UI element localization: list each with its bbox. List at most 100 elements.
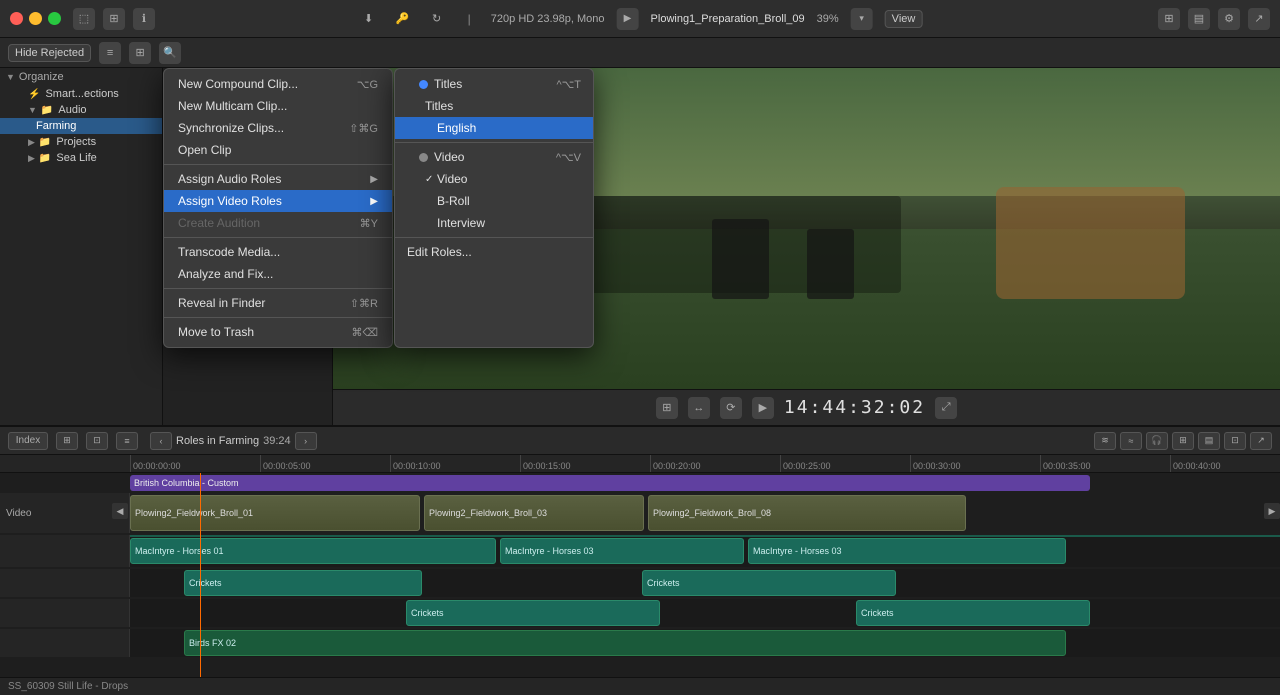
- sub-video-2[interactable]: ✓ Video: [395, 168, 593, 190]
- audio-crickets-3[interactable]: Crickets: [406, 600, 660, 626]
- secondary-toolbar: Hide Rejected ≡ ⊞ 🔍: [0, 38, 1280, 68]
- channels-icon[interactable]: ⊞: [1172, 432, 1194, 450]
- track-next-btn[interactable]: ▶: [1264, 503, 1280, 519]
- sidebar-item-sealife[interactable]: ▶ 📁 Sea Life: [0, 150, 162, 166]
- timeline-btn-3[interactable]: ≡: [116, 432, 138, 450]
- sub-broll[interactable]: B-Roll: [395, 190, 593, 212]
- sub-titles-1-label: Titles: [434, 77, 462, 91]
- compound-clip-label: British Columbia - Custom: [134, 478, 239, 488]
- settings-icon[interactable]: ⚙: [1218, 8, 1240, 30]
- audio-track-3-content: Crickets Crickets: [130, 599, 1280, 627]
- sub-titles-2-label: Titles: [425, 99, 453, 113]
- minimize-button[interactable]: [29, 12, 42, 25]
- timeline-nav-prev[interactable]: ‹: [150, 432, 172, 450]
- hide-rejected-button[interactable]: Hide Rejected: [8, 44, 91, 62]
- grid-icon[interactable]: ⊞: [1158, 8, 1180, 30]
- zoom-fit-icon[interactable]: ⊡: [1224, 432, 1246, 450]
- audio-crickets-2[interactable]: Crickets: [642, 570, 896, 596]
- ctx-analyze[interactable]: Analyze and Fix...: [164, 263, 392, 285]
- share-icon[interactable]: ↗: [1248, 8, 1270, 30]
- ctx-sync-clips[interactable]: Synchronize Clips... ⇧⌘G: [164, 117, 392, 139]
- sidebar-item-audio[interactable]: ▼ 📁 Audio: [0, 102, 162, 118]
- headphone-icon[interactable]: 🎧: [1146, 432, 1168, 450]
- search-icon[interactable]: 🔍: [159, 42, 181, 64]
- sub-edit-roles[interactable]: Edit Roles...: [395, 241, 593, 263]
- zoom-dropdown[interactable]: ▾: [851, 8, 873, 30]
- filmstrip-icon[interactable]: ▤: [1188, 8, 1210, 30]
- inspector-icon[interactable]: ℹ: [133, 8, 155, 30]
- ctx-assign-video[interactable]: Assign Video Roles ▶: [164, 190, 392, 212]
- ruler-label-7: 00:00:35:00: [1043, 461, 1091, 471]
- sidebar-item-smart-collections[interactable]: ⚡ Smart...ections: [0, 86, 162, 102]
- playhead[interactable]: [200, 473, 201, 677]
- fullscreen-icon[interactable]: ⤢: [935, 397, 957, 419]
- crop-icon[interactable]: ⟳: [720, 397, 742, 419]
- ctx-reveal-finder[interactable]: Reveal in Finder ⇧⌘R: [164, 292, 392, 314]
- audio-meter-icon[interactable]: ≋: [1094, 432, 1116, 450]
- ctx-open-clip[interactable]: Open Clip: [164, 139, 392, 161]
- timeline-index-btn[interactable]: Index: [8, 432, 48, 450]
- ctx-assign-audio[interactable]: Assign Audio Roles ▶: [164, 168, 392, 190]
- close-button[interactable]: [10, 12, 23, 25]
- track-prev-btn[interactable]: ◀: [112, 503, 128, 519]
- list-view-icon[interactable]: ≡: [99, 42, 121, 64]
- audio-clip-horses-2[interactable]: MacIntyre - Horses 03: [500, 538, 744, 564]
- sidebar-item-projects[interactable]: ▶ 📁 Projects: [0, 134, 162, 150]
- play-button[interactable]: ▶: [752, 397, 774, 419]
- share2-icon[interactable]: ↗: [1250, 432, 1272, 450]
- timeline-header: Index ⊞ ⊡ ≡ ‹ Roles in Farming 39:24 › ≋…: [0, 427, 1280, 455]
- sub-english[interactable]: English: [395, 117, 593, 139]
- transform-icon[interactable]: ↔: [688, 397, 710, 419]
- sub-video-1[interactable]: Video ^⌥V: [395, 146, 593, 168]
- video-clip-3[interactable]: Plowing2_Fieldwork_Broll_08: [648, 495, 966, 531]
- ctx-new-compound[interactable]: New Compound Clip... ⌥G: [164, 73, 392, 95]
- ruler-label-2: 00:00:10:00: [393, 461, 441, 471]
- sub-interview[interactable]: Interview: [395, 212, 593, 234]
- ctx-move-trash[interactable]: Move to Trash ⌘⌫: [164, 321, 392, 343]
- format-button[interactable]: ▶: [617, 8, 639, 30]
- sub-video-1-shortcut: ^⌥V: [556, 151, 581, 164]
- sub-titles-1[interactable]: Titles ^⌥T: [395, 73, 593, 95]
- filmstrip2-icon[interactable]: ▤: [1198, 432, 1220, 450]
- ctx-new-multicam-label: New Multicam Clip...: [178, 99, 287, 113]
- sidebar-item-farming[interactable]: Farming: [0, 118, 162, 134]
- dot-titles-1: [419, 80, 428, 89]
- layout-icon[interactable]: ⊞: [656, 397, 678, 419]
- browser-icon[interactable]: ⊞: [103, 8, 125, 30]
- timeline-panel: Index ⊞ ⊡ ≡ ‹ Roles in Farming 39:24 › ≋…: [0, 425, 1280, 695]
- audio-crickets-4[interactable]: Crickets: [856, 600, 1090, 626]
- key-icon[interactable]: 🔑: [392, 8, 414, 30]
- ctx-transcode[interactable]: Transcode Media...: [164, 241, 392, 263]
- timeline-nav-next[interactable]: ›: [295, 432, 317, 450]
- context-menu: New Compound Clip... ⌥G New Multicam Cli…: [163, 68, 393, 348]
- timeline-roles-label: Roles in Farming: [176, 435, 259, 447]
- import-icon[interactable]: ⬇: [358, 8, 380, 30]
- ctx-assign-audio-label: Assign Audio Roles: [178, 172, 281, 186]
- video-clip-1-label: Plowing2_Fieldwork_Broll_01: [135, 508, 253, 518]
- grid-view-icon[interactable]: ⊞: [129, 42, 151, 64]
- view-button[interactable]: View: [885, 10, 923, 28]
- ctx-reveal-label: Reveal in Finder: [178, 296, 265, 310]
- waveform-icon[interactable]: ≈: [1120, 432, 1142, 450]
- sub-titles-2[interactable]: Titles: [395, 95, 593, 117]
- timeline-btn-2[interactable]: ⊡: [86, 432, 108, 450]
- audio-birds-1[interactable]: Birds FX 02: [184, 630, 1066, 656]
- audio-clip-horses-2-label: MacIntyre - Horses 03: [505, 546, 594, 556]
- maximize-button[interactable]: [48, 12, 61, 25]
- ctx-sep-1: [164, 164, 392, 165]
- video-clip-1[interactable]: Plowing2_Fieldwork_Broll_01: [130, 495, 420, 531]
- library-icon[interactable]: ⬚: [73, 8, 95, 30]
- ruler-label-6: 00:00:30:00: [913, 461, 961, 471]
- video-roles-submenu: Titles ^⌥T Titles English: [394, 68, 594, 348]
- compound-clip[interactable]: British Columbia - Custom: [130, 475, 1090, 491]
- audio-clip-horses-3[interactable]: MacIntyre - Horses 03: [748, 538, 1066, 564]
- audio-track-3-row: Crickets Crickets: [0, 599, 1280, 627]
- ctx-new-multicam[interactable]: New Multicam Clip...: [164, 95, 392, 117]
- ctx-assign-audio-arrow: ▶: [370, 174, 378, 185]
- timeline-btn-1[interactable]: ⊞: [56, 432, 78, 450]
- sidebar-organize-header[interactable]: ▼ Organize: [0, 68, 162, 86]
- audio-clip-horses-1[interactable]: MacIntyre - Horses 01: [130, 538, 496, 564]
- audio-crickets-1[interactable]: Crickets: [184, 570, 422, 596]
- video-clip-2[interactable]: Plowing2_Fieldwork_Broll_03: [424, 495, 644, 531]
- sync-icon[interactable]: ↻: [426, 8, 448, 30]
